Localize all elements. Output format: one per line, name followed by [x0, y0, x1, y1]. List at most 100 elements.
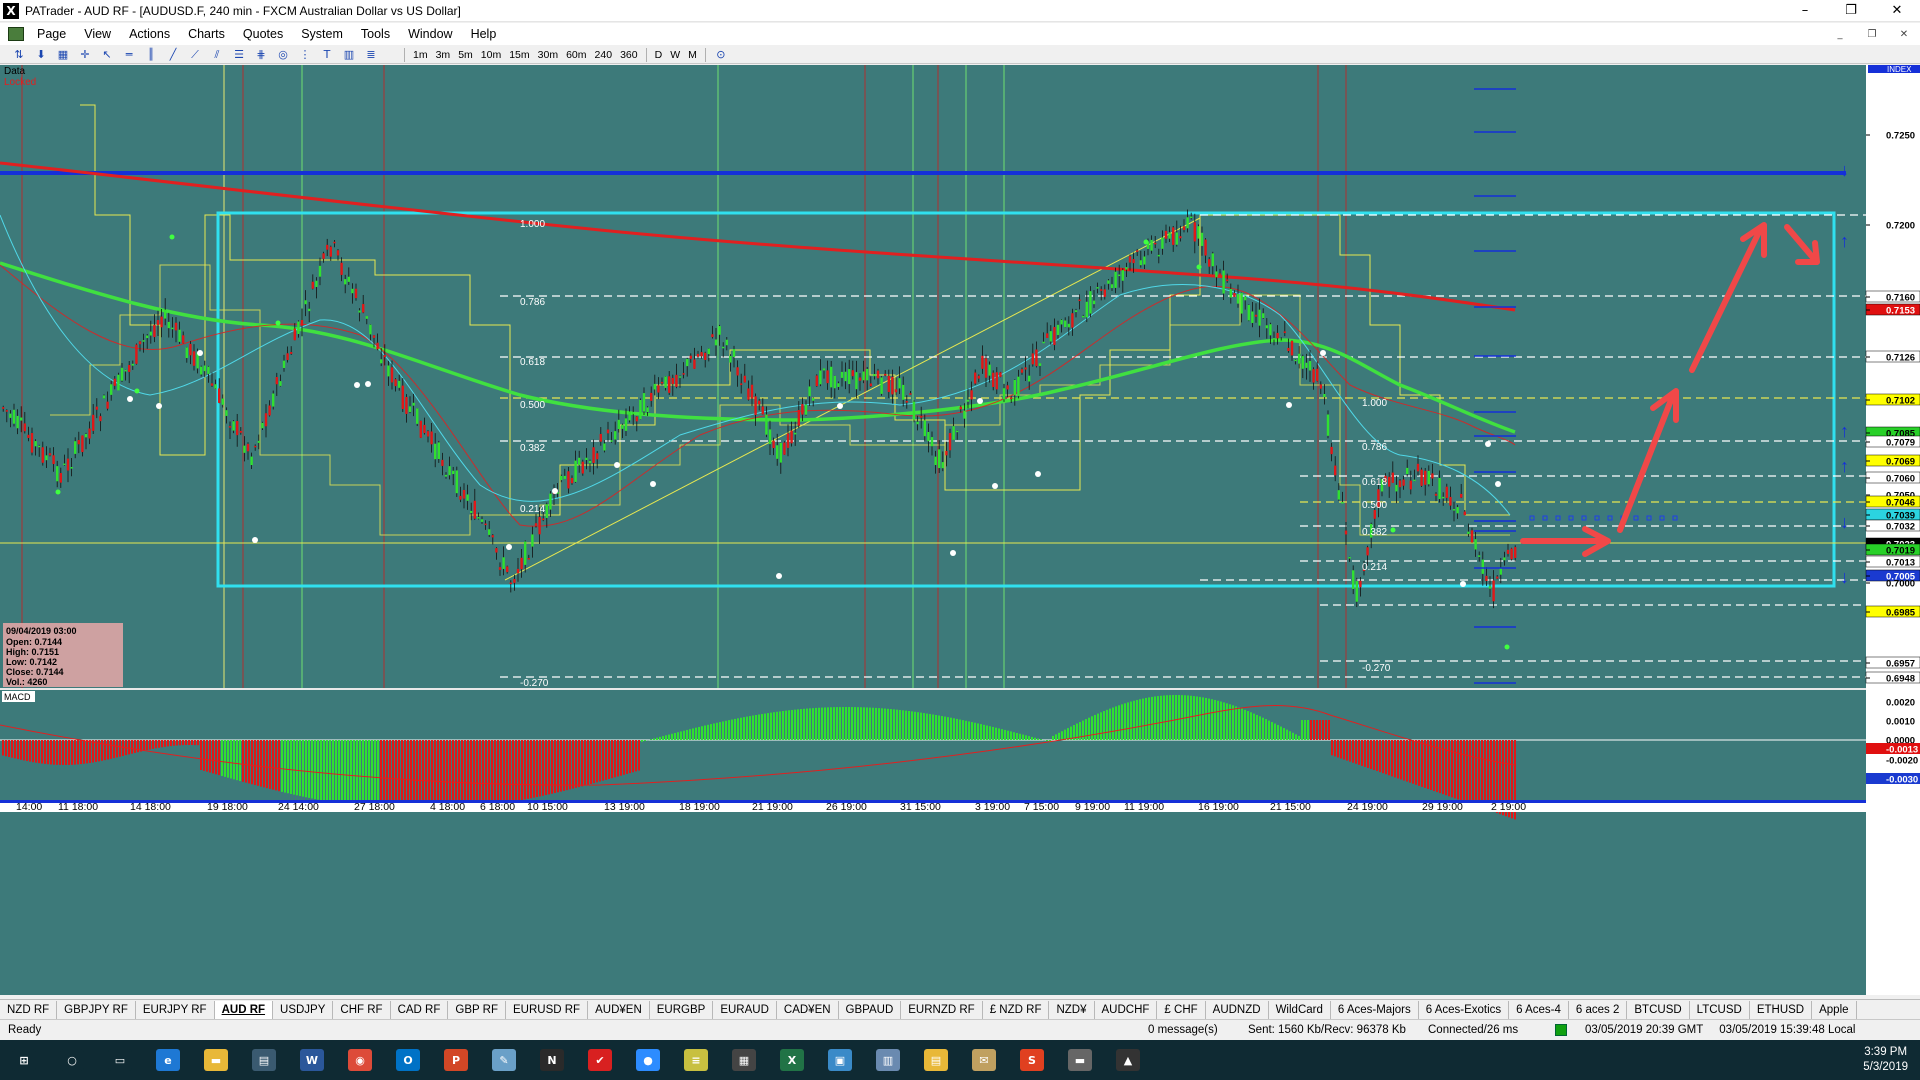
- channel-icon[interactable]: ⫽: [208, 48, 226, 62]
- menu-quotes[interactable]: Quotes: [234, 23, 292, 45]
- tab-14[interactable]: EURNZD RF: [901, 1000, 983, 1019]
- menu-page[interactable]: Page: [28, 23, 75, 45]
- chrome-taskbar-button[interactable]: ◉: [336, 1040, 384, 1080]
- calendar-taskbar-button[interactable]: ▥: [864, 1040, 912, 1080]
- tab-9[interactable]: AUD¥EN: [588, 1000, 650, 1019]
- zoom-taskbar-button[interactable]: ●: [624, 1040, 672, 1080]
- ninjatrader-taskbar-button[interactable]: N: [528, 1040, 576, 1080]
- tab-15[interactable]: £ NZD RF: [983, 1000, 1050, 1019]
- search-taskbar-button[interactable]: ○: [48, 1040, 96, 1080]
- fib-time-icon[interactable]: ⋮: [296, 48, 314, 62]
- fib-retracement-icon[interactable]: ☰: [230, 48, 248, 62]
- menu-charts[interactable]: Charts: [179, 23, 234, 45]
- tablet-taskbar-button[interactable]: ▬: [1056, 1040, 1104, 1080]
- fib-fan-icon[interactable]: ⟋: [186, 48, 204, 62]
- period-M[interactable]: M: [684, 47, 701, 63]
- powerpoint-taskbar-button[interactable]: P: [432, 1040, 480, 1080]
- mdi-close-button[interactable]: ✕: [1888, 29, 1920, 40]
- text-tool-icon[interactable]: T: [318, 48, 336, 62]
- timeframe-1m[interactable]: 1m: [409, 47, 432, 63]
- tab-7[interactable]: GBP RF: [448, 1000, 506, 1019]
- tab-22[interactable]: 6 Aces-Exotics: [1419, 1000, 1510, 1019]
- period-D[interactable]: D: [651, 47, 667, 63]
- menu-system[interactable]: System: [292, 23, 352, 45]
- edge-taskbar-button[interactable]: e: [144, 1040, 192, 1080]
- gann-icon[interactable]: ⋕: [252, 48, 270, 62]
- cycle-icon[interactable]: ◎: [274, 48, 292, 62]
- notepad-taskbar-button[interactable]: ≡: [672, 1040, 720, 1080]
- tab-26[interactable]: LTCUSD: [1690, 1000, 1750, 1019]
- excel-taskbar-button[interactable]: X: [768, 1040, 816, 1080]
- tab-1[interactable]: GBPJPY RF: [57, 1000, 136, 1019]
- down-arrow-icon[interactable]: ⬇: [32, 48, 50, 62]
- tab-17[interactable]: AUDCHF: [1095, 1000, 1158, 1019]
- tab-4[interactable]: USDJPY: [273, 1000, 334, 1019]
- levels-icon[interactable]: ≣: [362, 48, 380, 62]
- status-messages[interactable]: 0 message(s): [1140, 1024, 1240, 1036]
- hline-icon[interactable]: ═: [120, 48, 138, 62]
- tab-21[interactable]: 6 Aces-Majors: [1331, 1000, 1419, 1019]
- snagit-taskbar-button[interactable]: S: [1008, 1040, 1056, 1080]
- tab-23[interactable]: 6 Aces-4: [1509, 1000, 1569, 1019]
- scroll-taskbar-button[interactable]: ✉: [960, 1040, 1008, 1080]
- outlook-taskbar-button[interactable]: O: [384, 1040, 432, 1080]
- vline-icon[interactable]: ║: [142, 48, 160, 62]
- close-button[interactable]: ✕: [1874, 0, 1920, 22]
- app-red-taskbar-button[interactable]: ✔: [576, 1040, 624, 1080]
- tab-0[interactable]: NZD RF: [0, 1000, 58, 1019]
- tab-3[interactable]: AUD RF: [214, 1000, 274, 1019]
- timeframe-360[interactable]: 360: [616, 47, 642, 63]
- tab-27[interactable]: ETHUSD: [1750, 1000, 1813, 1019]
- timeframe-10m[interactable]: 10m: [477, 47, 505, 63]
- tab-18[interactable]: £ CHF: [1157, 1000, 1206, 1019]
- price-chart[interactable]: ↓ ↑ ↑ ↑ ↓ ↓ Data Locked INDEX 1.000 0.786…: [0, 65, 1920, 995]
- pointer-icon[interactable]: ↖: [98, 48, 116, 62]
- chart-icon[interactable]: ▦: [54, 48, 72, 62]
- patrader-taskbar-button[interactable]: ▤: [240, 1040, 288, 1080]
- minimize-button[interactable]: –: [1782, 0, 1828, 22]
- menu-tools[interactable]: Tools: [352, 23, 399, 45]
- remote-taskbar-button[interactable]: ▣: [816, 1040, 864, 1080]
- clock-icon[interactable]: ⊙: [712, 48, 730, 62]
- tab-20[interactable]: WildCard: [1269, 1000, 1331, 1019]
- timeframe-3m[interactable]: 3m: [432, 47, 455, 63]
- menu-view[interactable]: View: [75, 23, 120, 45]
- taskbar-clock[interactable]: 3:39 PM 5/3/2019: [1851, 1045, 1920, 1075]
- mdi-restore-button[interactable]: ❐: [1856, 29, 1888, 40]
- word-taskbar-button[interactable]: W: [288, 1040, 336, 1080]
- menu-window[interactable]: Window: [399, 23, 461, 45]
- tab-28[interactable]: Apple: [1812, 1000, 1857, 1019]
- trendline-icon[interactable]: ╱: [164, 48, 182, 62]
- chart-window[interactable]: ↓ ↑ ↑ ↑ ↓ ↓ Data Locked INDEX 1.000 0.786…: [0, 65, 1920, 995]
- tab-16[interactable]: NZD¥: [1049, 1000, 1095, 1019]
- timeframe-60m[interactable]: 60m: [562, 47, 590, 63]
- timeframe-30m[interactable]: 30m: [534, 47, 562, 63]
- profile-icon[interactable]: ▥: [340, 48, 358, 62]
- tab-10[interactable]: EURGBP: [650, 1000, 714, 1019]
- start-taskbar-button[interactable]: ⊞: [0, 1040, 48, 1080]
- page-menu-icon[interactable]: [8, 27, 24, 41]
- file-explorer-taskbar-button[interactable]: ▬: [192, 1040, 240, 1080]
- crosshair-icon[interactable]: ✛: [76, 48, 94, 62]
- tab-11[interactable]: EURAUD: [713, 1000, 777, 1019]
- timeframe-240[interactable]: 240: [591, 47, 617, 63]
- tab-2[interactable]: EURJPY RF: [136, 1000, 215, 1019]
- document-taskbar-button[interactable]: ▤: [912, 1040, 960, 1080]
- tab-6[interactable]: CAD RF: [391, 1000, 449, 1019]
- period-W[interactable]: W: [666, 47, 684, 63]
- timeframe-5m[interactable]: 5m: [454, 47, 477, 63]
- photos-taskbar-button[interactable]: ▲: [1104, 1040, 1152, 1080]
- tab-19[interactable]: AUDNZD: [1206, 1000, 1269, 1019]
- task-view-taskbar-button[interactable]: ▭: [96, 1040, 144, 1080]
- mdi-minimize-button[interactable]: _: [1824, 29, 1856, 40]
- tab-13[interactable]: GBPAUD: [839, 1000, 902, 1019]
- calculator-taskbar-button[interactable]: ▦: [720, 1040, 768, 1080]
- tab-12[interactable]: CAD¥EN: [777, 1000, 839, 1019]
- tab-24[interactable]: 6 aces 2: [1569, 1000, 1628, 1019]
- tab-8[interactable]: EURUSD RF: [506, 1000, 589, 1019]
- timeframe-15m[interactable]: 15m: [505, 47, 533, 63]
- menu-actions[interactable]: Actions: [120, 23, 179, 45]
- maximize-button[interactable]: ❐: [1828, 0, 1874, 22]
- notes-taskbar-button[interactable]: ✎: [480, 1040, 528, 1080]
- tab-25[interactable]: BTCUSD: [1627, 1000, 1690, 1019]
